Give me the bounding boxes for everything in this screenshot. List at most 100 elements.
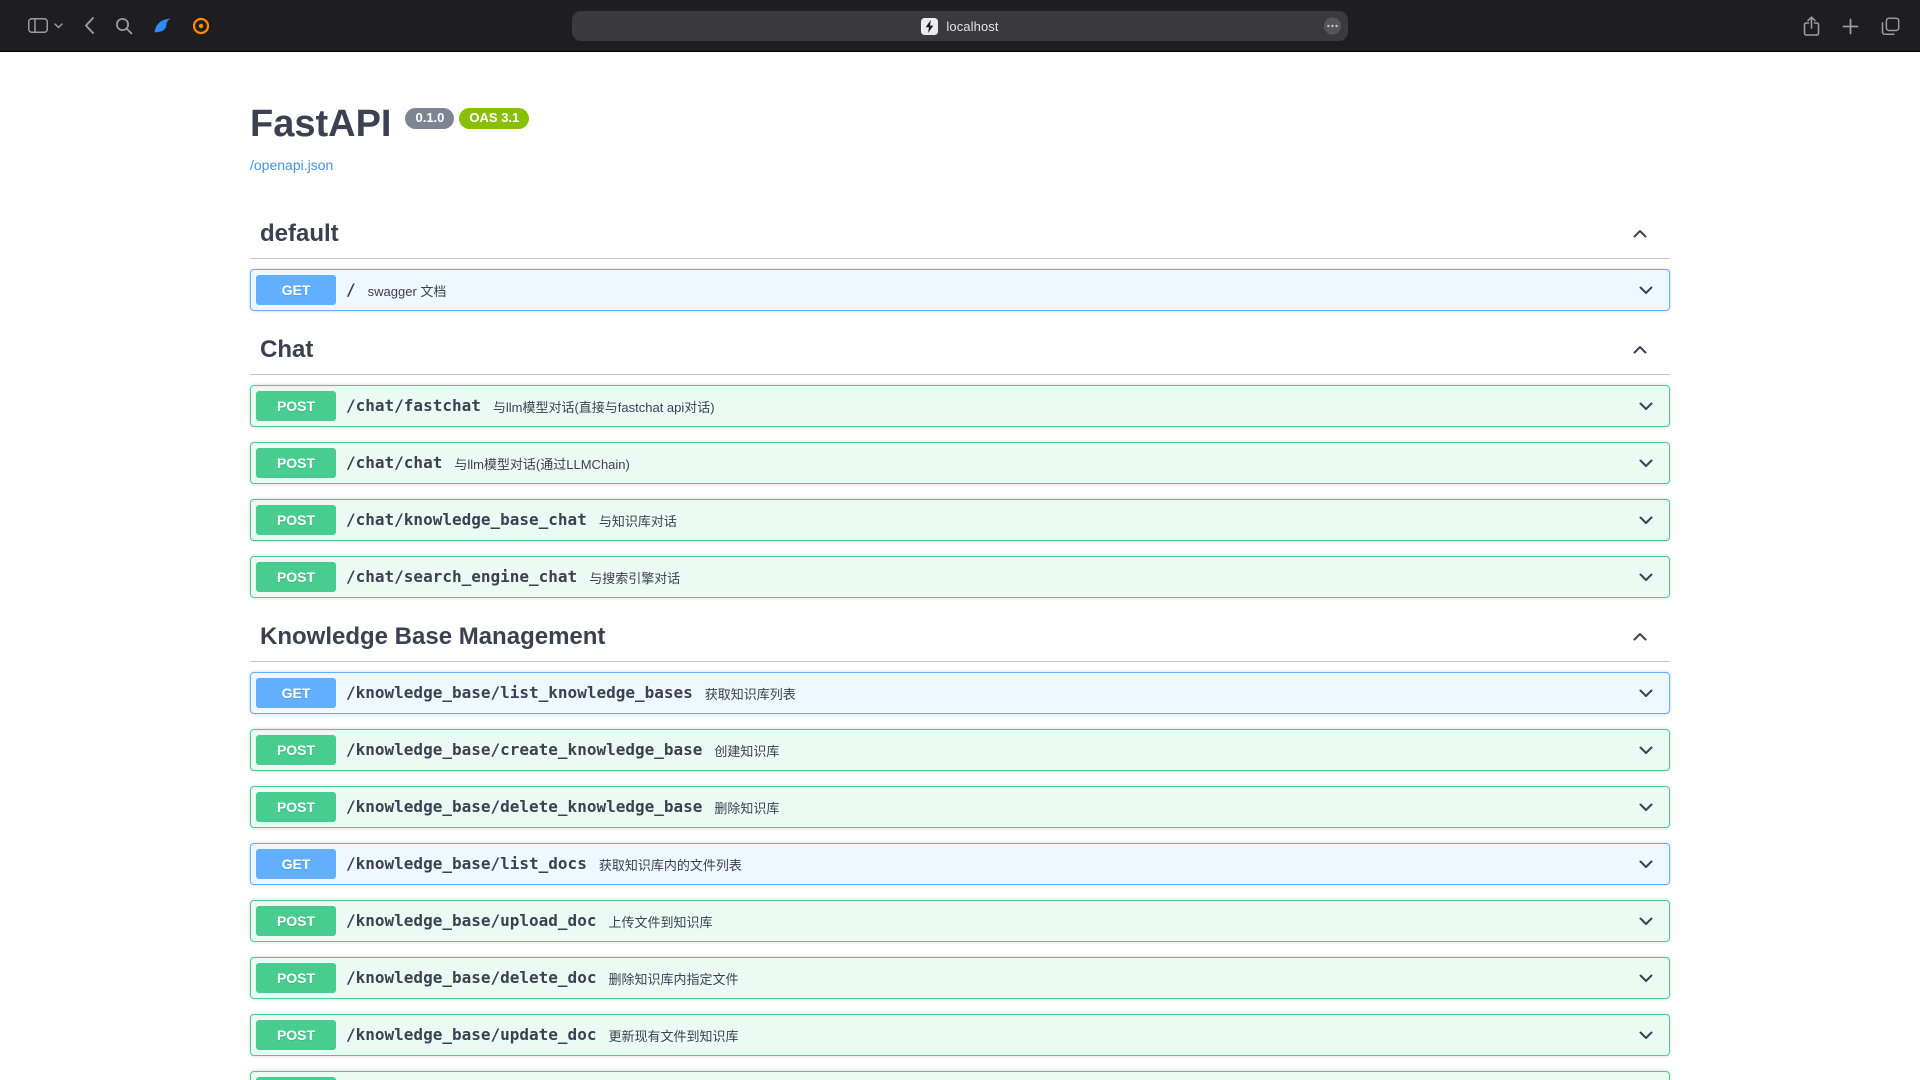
operation-summary[interactable]: POST /chat/search_engine_chat 与搜索引擎对话	[251, 557, 1669, 597]
tag-header[interactable]: Knowledge Base Management	[250, 613, 1670, 662]
http-method-badge: POST	[256, 906, 336, 936]
operations-list: GET / swagger 文档	[250, 259, 1670, 311]
operation-summary[interactable]: POST /knowledge_base/delete_doc 删除知识库内指定…	[251, 958, 1669, 998]
operation-summary[interactable]: GET /knowledge_base/list_knowledge_bases…	[251, 673, 1669, 713]
tag-section: Knowledge Base Management GET /knowledge…	[250, 613, 1670, 1080]
endpoint-path: /knowledge_base/create_knowledge_base	[346, 740, 702, 759]
chevron-down-icon[interactable]	[1636, 396, 1656, 416]
operation-row[interactable]: POST /knowledge_base/create_knowledge_ba…	[250, 729, 1670, 771]
back-icon	[83, 16, 95, 35]
operation-row[interactable]: POST /knowledge_base/upload_doc 上传文件到知识库	[250, 900, 1670, 942]
operation-summary[interactable]: POST /knowledge_base/recreate_vector_sto…	[251, 1072, 1669, 1080]
endpoint-path: /chat/fastchat	[346, 396, 481, 415]
operations-list: POST /chat/fastchat 与llm模型对话(直接与fastchat…	[250, 375, 1670, 598]
operation-summary[interactable]: POST /knowledge_base/upload_doc 上传文件到知识库	[251, 901, 1669, 941]
operation-row[interactable]: POST /knowledge_base/update_doc 更新现有文件到知…	[250, 1014, 1670, 1056]
operation-row[interactable]: GET /knowledge_base/list_knowledge_bases…	[250, 672, 1670, 714]
chevron-down-icon[interactable]	[1636, 510, 1656, 530]
chevron-down-icon	[54, 23, 63, 29]
operation-row[interactable]: POST /chat/knowledge_base_chat 与知识库对话	[250, 499, 1670, 541]
http-method-badge: POST	[256, 448, 336, 478]
http-method-badge: POST	[256, 792, 336, 822]
endpoint-description: 删除知识库内指定文件	[606, 967, 1636, 988]
operation-row[interactable]: POST /knowledge_base/delete_knowledge_ba…	[250, 786, 1670, 828]
operation-row[interactable]: GET /knowledge_base/list_docs 获取知识库内的文件列…	[250, 843, 1670, 885]
endpoint-description: 与llm模型对话(通过LLMChain)	[452, 452, 1636, 473]
extension-button-orange[interactable]	[192, 17, 210, 35]
version-badge: 0.1.0	[405, 108, 454, 129]
endpoint-path: /knowledge_base/list_docs	[346, 854, 587, 873]
api-content: FastAPI 0.1.0 OAS 3.1 /openapi.json defa…	[230, 102, 1690, 1080]
oas-badge: OAS 3.1	[459, 108, 529, 129]
operation-row[interactable]: POST /knowledge_base/recreate_vector_sto…	[250, 1071, 1670, 1080]
endpoint-path: /knowledge_base/upload_doc	[346, 911, 596, 930]
chevron-down-icon[interactable]	[1636, 911, 1656, 931]
favicon-bolt-icon	[921, 18, 938, 35]
operation-row[interactable]: POST /chat/chat 与llm模型对话(通过LLMChain)	[250, 442, 1670, 484]
endpoint-path: /chat/search_engine_chat	[346, 567, 577, 586]
sidebar-toggle-button[interactable]	[28, 18, 63, 33]
extension-button-blue[interactable]	[153, 17, 172, 34]
tag-header[interactable]: default	[250, 210, 1670, 259]
chevron-down-icon[interactable]	[1636, 854, 1656, 874]
operation-row[interactable]: GET / swagger 文档	[250, 269, 1670, 311]
endpoint-path: /knowledge_base/delete_knowledge_base	[346, 797, 702, 816]
http-method-badge: POST	[256, 562, 336, 592]
chevron-down-icon[interactable]	[1636, 453, 1656, 473]
chevron-down-icon[interactable]	[1636, 740, 1656, 760]
title-badges: 0.1.0 OAS 3.1	[405, 108, 529, 129]
address-bar[interactable]: localhost	[572, 11, 1348, 41]
endpoint-description: 删除知识库	[712, 796, 1636, 817]
operation-summary[interactable]: POST /knowledge_base/create_knowledge_ba…	[251, 730, 1669, 770]
page-menu-button[interactable]	[1323, 17, 1342, 36]
operation-row[interactable]: POST /chat/search_engine_chat 与搜索引擎对话	[250, 556, 1670, 598]
operation-summary[interactable]: GET /knowledge_base/list_docs 获取知识库内的文件列…	[251, 844, 1669, 884]
endpoint-description: 更新现有文件到知识库	[606, 1024, 1636, 1045]
endpoint-description: 与llm模型对话(直接与fastchat api对话)	[491, 395, 1636, 416]
tag-section: Chat POST /chat/fastchat 与llm模型对话(直接与fas…	[250, 326, 1670, 598]
http-method-badge: GET	[256, 678, 336, 708]
page-title: FastAPI	[250, 102, 391, 148]
endpoint-path: /knowledge_base/update_doc	[346, 1025, 596, 1044]
sections-container: default GET / swagger 文档 Chat POST /chat…	[250, 210, 1670, 1080]
chevron-down-icon[interactable]	[1636, 797, 1656, 817]
extension-blue-icon	[153, 17, 172, 34]
http-method-badge: GET	[256, 275, 336, 305]
operation-summary[interactable]: POST /chat/fastchat 与llm模型对话(直接与fastchat…	[251, 386, 1669, 426]
http-method-badge: POST	[256, 391, 336, 421]
browser-right-controls	[1803, 0, 1900, 52]
endpoint-path: /	[346, 280, 356, 299]
operation-row[interactable]: POST /chat/fastchat 与llm模型对话(直接与fastchat…	[250, 385, 1670, 427]
tabs-overview-icon	[1881, 17, 1900, 36]
chevron-down-icon[interactable]	[1636, 280, 1656, 300]
operation-summary[interactable]: POST /knowledge_base/delete_knowledge_ba…	[251, 787, 1669, 827]
operation-summary[interactable]: POST /knowledge_base/update_doc 更新现有文件到知…	[251, 1015, 1669, 1055]
extension-orange-icon	[192, 17, 210, 35]
chevron-down-icon[interactable]	[1636, 1025, 1656, 1045]
endpoint-path: /knowledge_base/list_knowledge_bases	[346, 683, 693, 702]
http-method-badge: POST	[256, 1077, 336, 1080]
operation-summary[interactable]: POST /chat/chat 与llm模型对话(通过LLMChain)	[251, 443, 1669, 483]
chevron-down-icon[interactable]	[1636, 567, 1656, 587]
chevron-down-icon[interactable]	[1636, 683, 1656, 703]
back-button[interactable]	[83, 16, 95, 35]
tag-title: default	[260, 220, 339, 248]
search-button[interactable]	[115, 17, 133, 35]
operation-summary[interactable]: POST /chat/knowledge_base_chat 与知识库对话	[251, 500, 1669, 540]
operation-summary[interactable]: GET / swagger 文档	[251, 270, 1669, 310]
chevron-up-icon[interactable]	[1630, 340, 1650, 360]
chevron-down-icon[interactable]	[1636, 968, 1656, 988]
share-button[interactable]	[1803, 16, 1820, 37]
tabs-overview-button[interactable]	[1881, 17, 1900, 36]
operation-row[interactable]: POST /knowledge_base/delete_doc 删除知识库内指定…	[250, 957, 1670, 999]
chevron-up-icon[interactable]	[1630, 627, 1650, 647]
sidebar-icon	[28, 18, 48, 33]
chevron-up-icon[interactable]	[1630, 224, 1650, 244]
http-method-badge: POST	[256, 505, 336, 535]
tag-header[interactable]: Chat	[250, 326, 1670, 375]
browser-left-controls	[28, 16, 210, 35]
new-tab-button[interactable]	[1842, 18, 1859, 35]
endpoint-description: swagger 文档	[366, 279, 1636, 300]
openapi-spec-link[interactable]: /openapi.json	[250, 157, 333, 173]
api-info: FastAPI 0.1.0 OAS 3.1 /openapi.json	[250, 102, 1670, 175]
